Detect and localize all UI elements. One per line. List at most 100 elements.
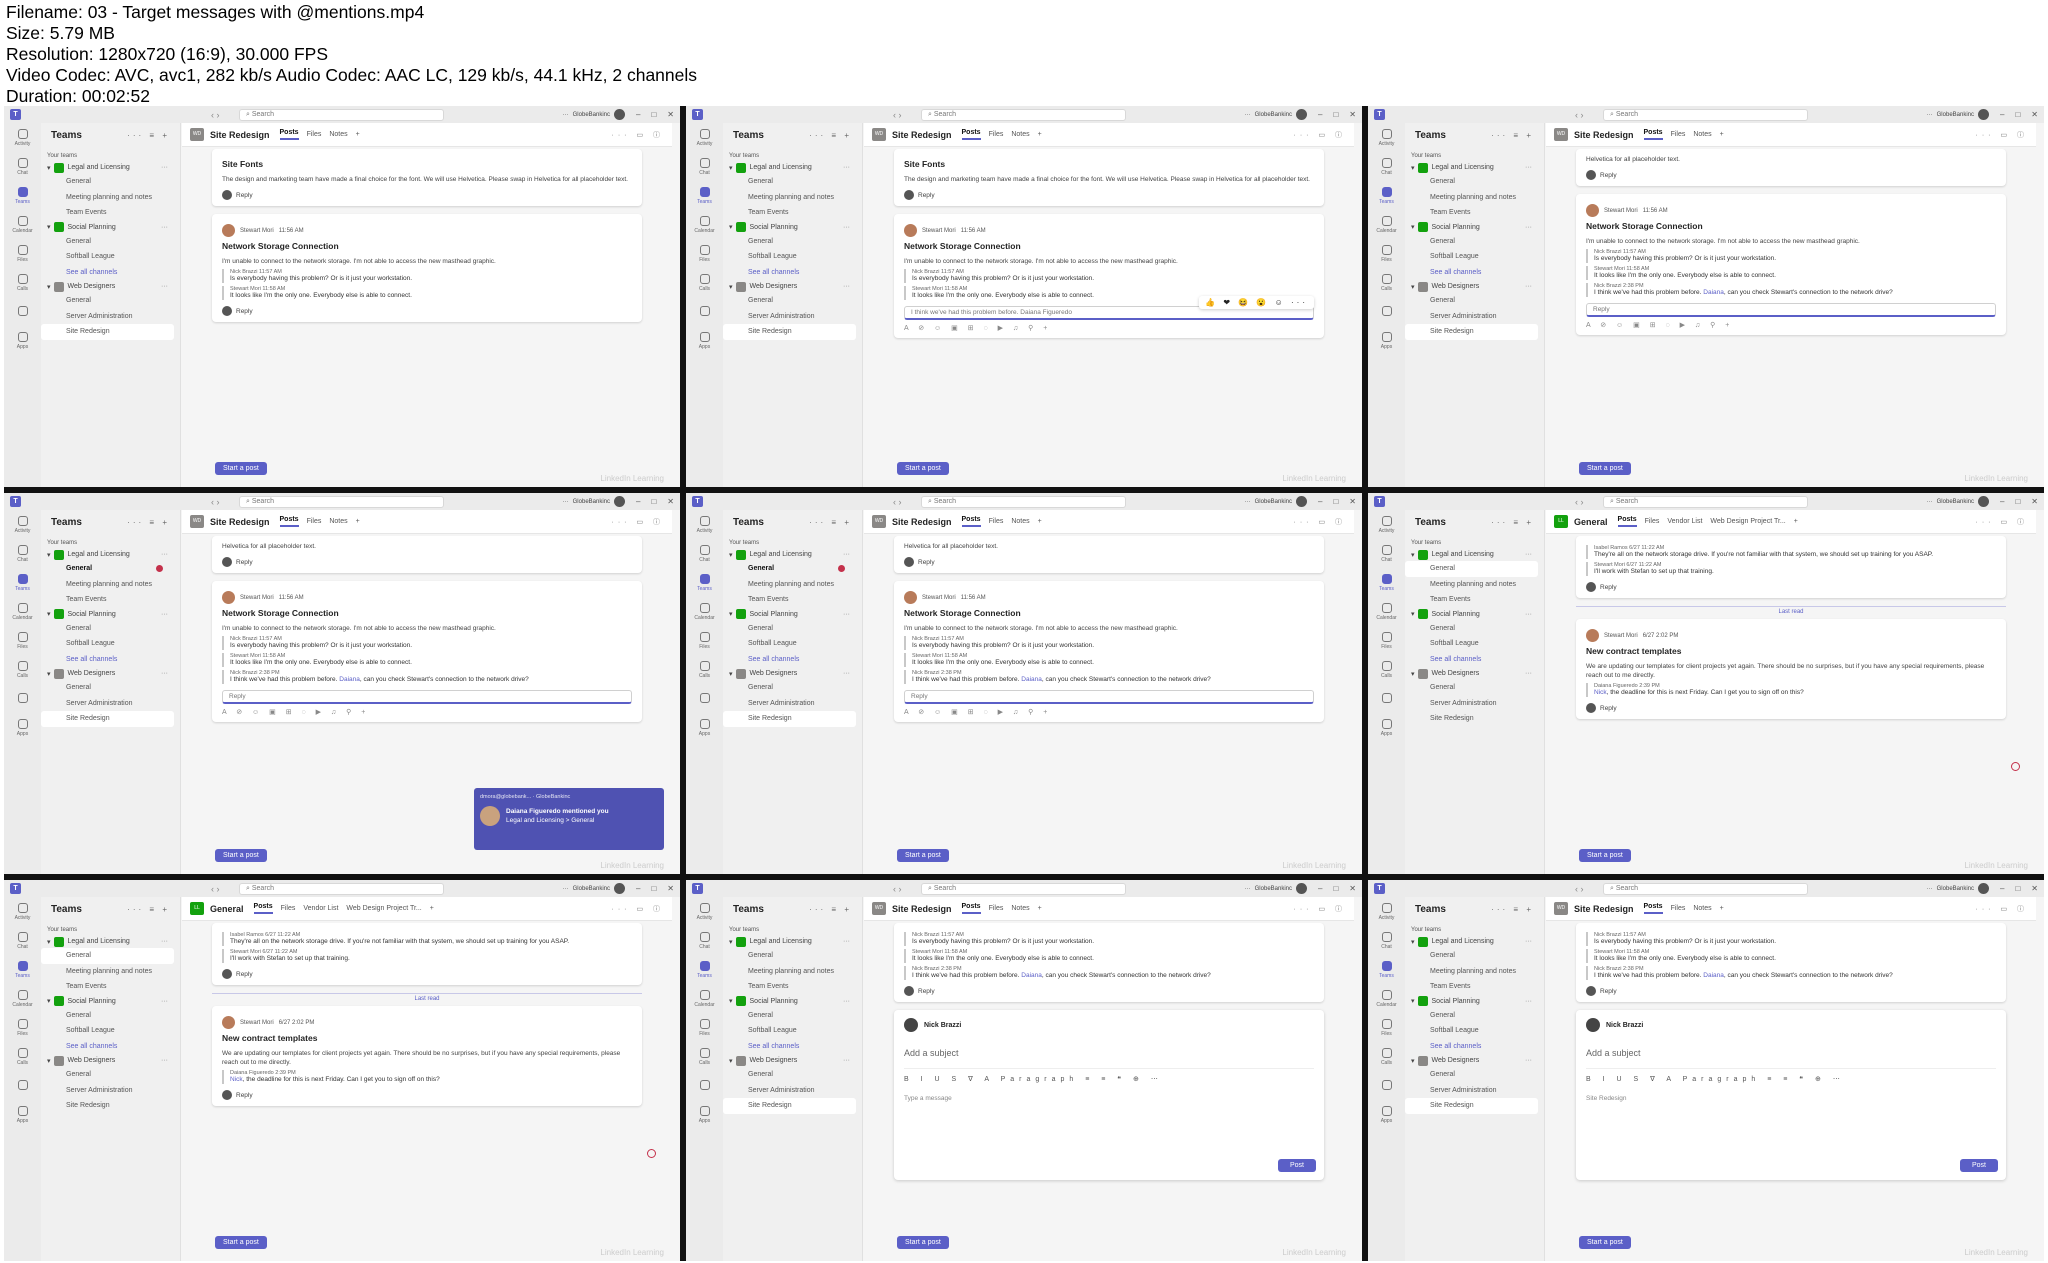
rail-item-teams[interactable]: Teams	[1368, 181, 1405, 210]
more-icon[interactable]: ···	[1525, 551, 1532, 558]
rail-item-chat[interactable]: Chat	[4, 539, 41, 568]
channel-general[interactable]: General	[1405, 561, 1538, 577]
rail-item-calendar[interactable]: Calendar	[4, 210, 41, 239]
tab-web-design[interactable]: Web Design Project Tr...	[1710, 518, 1785, 525]
channel-server-admin[interactable]: Server Administration	[723, 1083, 862, 1099]
reply-button[interactable]: Reply	[904, 190, 1314, 200]
channel-team-events[interactable]: Team Events	[1405, 979, 1544, 995]
rail-item-calendar[interactable]: Calendar	[4, 597, 41, 626]
rail-item-calls[interactable]: Calls	[1368, 655, 1405, 684]
team-social[interactable]: ▾ Social Planning ···	[723, 995, 862, 1008]
tab-files[interactable]: Files	[307, 518, 322, 525]
rail-item-activity[interactable]: Activity	[686, 510, 723, 539]
tab-vendor-list[interactable]: Vendor List	[303, 905, 338, 912]
channel-general-web[interactable]: General	[41, 680, 180, 696]
see-all-channels[interactable]: See all channels	[1405, 265, 1544, 281]
channel-meeting[interactable]: Meeting planning and notes	[1405, 190, 1544, 206]
channel-server-admin[interactable]: Server Administration	[41, 309, 180, 325]
close-icon[interactable]: ✕	[667, 497, 674, 506]
rail-item-files[interactable]: Files	[686, 239, 723, 268]
nav-arrows[interactable]: ‹ ›	[211, 884, 239, 894]
rail-item-calendar[interactable]: Calendar	[686, 210, 723, 239]
header-actions[interactable]: ··· ▭ ⓘ	[1976, 130, 2029, 140]
channel-softball[interactable]: Softball League	[723, 249, 862, 265]
channel-general[interactable]: General	[1405, 948, 1544, 964]
rail-item-activity[interactable]: Activity	[686, 897, 723, 926]
channel-general-social[interactable]: General	[723, 1008, 862, 1024]
minimize-icon[interactable]: –	[636, 884, 640, 893]
channel-general[interactable]: General	[41, 174, 180, 190]
rail-item-apps[interactable]: Apps	[4, 326, 41, 355]
tab-files[interactable]: Files	[307, 131, 322, 138]
more-icon[interactable]: ···	[1525, 938, 1532, 945]
channel-general-social[interactable]: General	[41, 621, 180, 637]
rail-item-more[interactable]	[4, 1071, 41, 1100]
rail-item-activity[interactable]: Activity	[686, 123, 723, 152]
search-input[interactable]: ⌕ Search	[1603, 495, 1808, 508]
rail-item-teams[interactable]: Teams	[4, 568, 41, 597]
channel-site-redesign[interactable]: Site Redesign	[41, 711, 174, 727]
close-icon[interactable]: ✕	[1349, 884, 1356, 893]
paragraph-select[interactable]: Paragraph	[1001, 1076, 1079, 1083]
team-legal[interactable]: ▾ Legal and Licensing ···	[723, 548, 862, 561]
rail-item-calls[interactable]: Calls	[686, 268, 723, 297]
nav-arrows[interactable]: ‹ ›	[1575, 110, 1603, 120]
minimize-icon[interactable]: –	[636, 497, 640, 506]
channel-general[interactable]: General	[723, 174, 862, 190]
header-actions[interactable]: ··· ▭ ⓘ	[1294, 517, 1347, 527]
rail-item-apps[interactable]: Apps	[686, 1100, 723, 1129]
more-icon[interactable]: ···	[1525, 670, 1532, 677]
rail-item-more[interactable]	[1368, 297, 1405, 326]
rail-item-teams[interactable]: Teams	[4, 181, 41, 210]
channel-team-events[interactable]: Team Events	[1405, 592, 1544, 608]
channel-team-events[interactable]: Team Events	[41, 592, 180, 608]
tab-posts[interactable]: Posts	[961, 516, 981, 527]
rail-item-calendar[interactable]: Calendar	[4, 984, 41, 1013]
maximize-icon[interactable]: □	[2015, 110, 2020, 119]
channel-general[interactable]: General	[41, 561, 180, 577]
maximize-icon[interactable]: □	[651, 110, 656, 119]
channel-general-social[interactable]: General	[1405, 621, 1544, 637]
reply-button[interactable]: Reply	[1586, 703, 1996, 713]
channel-softball[interactable]: Softball League	[41, 636, 180, 652]
channel-softball[interactable]: Softball League	[723, 636, 862, 652]
rail-item-files[interactable]: Files	[1368, 1013, 1405, 1042]
more-icon[interactable]: ···	[161, 938, 168, 945]
tab-files[interactable]: Files	[989, 518, 1004, 525]
channel-general-web[interactable]: General	[1405, 1067, 1544, 1083]
format-toolbar[interactable]: A ⊘ ☺ ▣ ⊞ ◌ ▶ ♫ ⚲ +	[904, 708, 1314, 716]
search-input[interactable]: ⌕ Search	[921, 882, 1126, 895]
format-toolbar[interactable]: A ⊘ ☺ ▣ ⊞ ◌ ▶ ♫ ⚲ +	[222, 708, 632, 716]
more-icon[interactable]: ···	[843, 283, 850, 290]
more-icon[interactable]: ···	[1525, 283, 1532, 290]
team-legal[interactable]: ▾ Legal and Licensing ···	[1405, 935, 1544, 948]
see-all-channels[interactable]: See all channels	[41, 652, 180, 668]
start-post-button[interactable]: Start a post	[897, 849, 949, 862]
tab-notes[interactable]: Notes	[329, 131, 347, 138]
teams-tools[interactable]: ··· ≡ +	[809, 518, 852, 527]
subject-input[interactable]: Add a subject	[1586, 1048, 1996, 1058]
tab-files[interactable]: Files	[281, 905, 296, 912]
channel-general-web[interactable]: General	[723, 680, 862, 696]
reply-button[interactable]: Reply	[222, 306, 632, 316]
more-icon[interactable]: ···	[161, 1057, 168, 1064]
tab-posts[interactable]: Posts	[961, 903, 981, 914]
more-icon[interactable]: ···	[563, 112, 569, 118]
reaction-bar[interactable]: 👍 ❤ 😆 😮 ☺ ···	[1199, 296, 1314, 309]
add-tab-icon[interactable]: +	[356, 131, 360, 138]
channel-team-events[interactable]: Team Events	[41, 979, 180, 995]
paragraph-select[interactable]: Paragraph	[1683, 1076, 1761, 1083]
search-input[interactable]: ⌕ Search	[239, 882, 444, 895]
maximize-icon[interactable]: □	[1333, 884, 1338, 893]
avatar[interactable]	[1296, 883, 1307, 894]
teams-tools[interactable]: ··· ≡ +	[127, 905, 170, 914]
channel-meeting[interactable]: Meeting planning and notes	[41, 964, 180, 980]
rail-item-activity[interactable]: Activity	[1368, 123, 1405, 152]
rail-item-calls[interactable]: Calls	[4, 268, 41, 297]
teams-tools[interactable]: ··· ≡ +	[1491, 905, 1534, 914]
tab-files[interactable]: Files	[989, 131, 1004, 138]
reply-button[interactable]: Reply	[904, 557, 1314, 567]
post-button[interactable]: Post	[1277, 1159, 1316, 1172]
rail-item-chat[interactable]: Chat	[4, 152, 41, 181]
team-social[interactable]: ▾ Social Planning ···	[723, 221, 862, 234]
